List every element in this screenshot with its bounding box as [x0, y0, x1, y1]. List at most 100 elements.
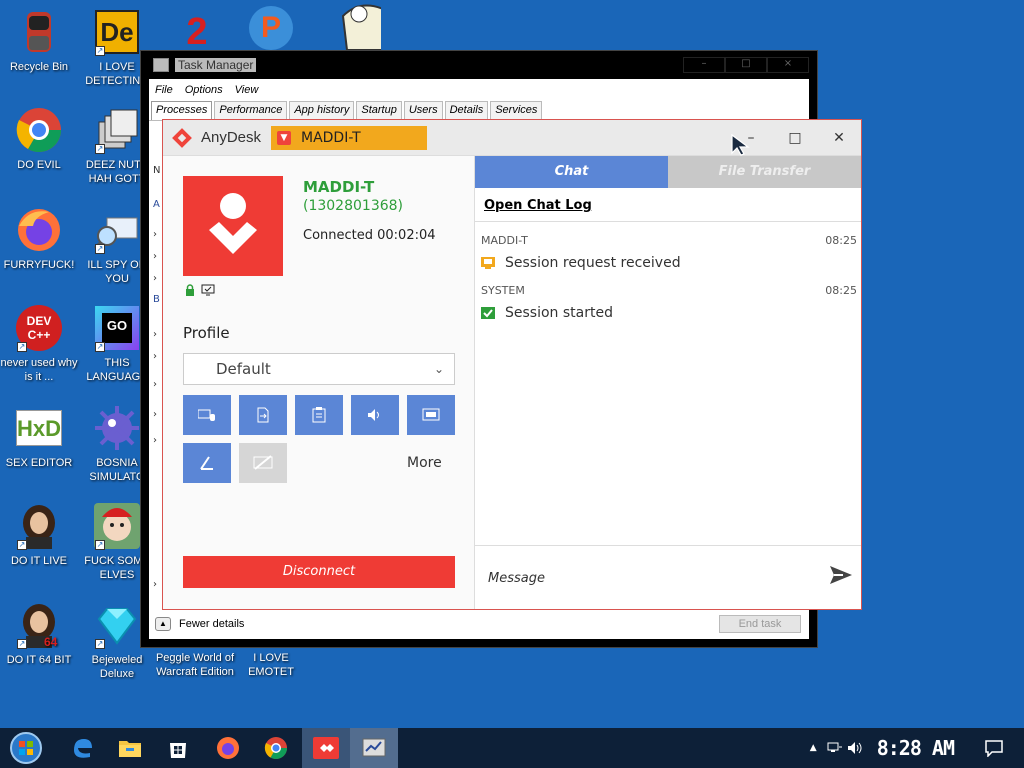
start-button[interactable] — [2, 728, 50, 768]
task-manager-tabs: Processes Performance App history Startu… — [149, 101, 809, 121]
expand-chevron[interactable]: › — [153, 435, 157, 446]
desktop-icon-emotet[interactable]: I LOVE EMOTET — [232, 651, 310, 679]
whiteboard-button[interactable] — [183, 443, 231, 483]
task-manager-footer: ▲ Fewer details End task — [149, 609, 809, 639]
desktop-icon-peggle[interactable]: Peggle World of Warcraft Edition — [154, 651, 236, 679]
display-button[interactable] — [407, 395, 455, 435]
expand-chevron[interactable]: › — [153, 351, 157, 362]
more-button[interactable]: More — [407, 455, 442, 471]
monitor-check-icon — [201, 284, 215, 296]
session-tab[interactable]: ▼ MADDI-T — [271, 126, 427, 150]
desktop-icon-label: Bejeweled Deluxe — [91, 654, 143, 680]
taskbar-edge[interactable] — [58, 728, 106, 768]
tab-app-history[interactable]: App history — [289, 101, 355, 120]
network-icon[interactable] — [827, 741, 843, 755]
taskbar-task-manager[interactable] — [350, 728, 398, 768]
desktop-icon-label: Recycle Bin — [9, 61, 69, 73]
message-text: Session request received — [505, 255, 681, 271]
message-time: 08:25 — [825, 234, 857, 247]
expand-chevron[interactable]: › — [153, 251, 157, 262]
menu-file[interactable]: File — [155, 84, 173, 96]
desktop-icon-chrome[interactable]: DO EVIL — [0, 106, 78, 172]
anydesk-titlebar[interactable]: AnyDesk ▼ MADDI-T – □ ✕ — [163, 120, 861, 156]
audio-button[interactable] — [351, 395, 399, 435]
volume-icon[interactable] — [847, 741, 863, 755]
notification-icon[interactable] — [984, 739, 1004, 757]
show-hidden-icons-button[interactable]: ▲ — [810, 743, 817, 753]
session-request-icon — [481, 257, 495, 269]
desktop-icon-bag[interactable] — [318, 0, 396, 52]
desktop-icon-devcpp[interactable]: DEV C++ ↗ never used why is it ... — [0, 304, 78, 384]
close-button[interactable]: ✕ — [817, 120, 861, 156]
anydesk-window[interactable]: AnyDesk ▼ MADDI-T – □ ✕ MADDI-T (1302801… — [162, 119, 862, 610]
desktop-icon-hxd[interactable]: HxD SEX EDITOR — [0, 404, 78, 470]
taskbar-chrome[interactable] — [252, 728, 300, 768]
desktop-icon-recycle-bin[interactable]: Recycle Bin — [0, 8, 78, 74]
menu-view[interactable]: View — [235, 84, 259, 96]
taskbar-anydesk[interactable] — [302, 728, 350, 768]
mine-icon — [93, 404, 141, 452]
connection-timer: Connected 00:02:04 — [303, 228, 436, 243]
tab-details[interactable]: Details — [444, 101, 489, 120]
profile-select-value: Default — [216, 360, 271, 378]
chevron-down-icon: ⌄ — [433, 362, 444, 376]
profile-select[interactable]: Default ⌄ — [183, 353, 455, 385]
tab-performance[interactable]: Performance — [214, 101, 288, 120]
disconnect-button[interactable]: Disconnect — [183, 556, 455, 588]
file-arrow-icon — [257, 407, 269, 423]
desktop-icon-p[interactable]: P — [232, 4, 310, 56]
anydesk-logo-icon — [172, 127, 192, 148]
task-manager-window-controls: – □ × — [683, 57, 809, 73]
message-sender: MADDI-T — [481, 234, 528, 247]
switch-sides-button[interactable] — [239, 395, 287, 435]
anydesk-logo: AnyDesk — [163, 127, 261, 148]
expand-chevron[interactable]: › — [153, 579, 157, 590]
portrait-64-icon: 64 ↗ — [15, 601, 63, 649]
desktop-icon-firefox[interactable]: FURRYFUCK! — [0, 206, 78, 272]
pen-icon — [200, 456, 213, 470]
keyboard-icon — [198, 409, 215, 421]
p-app-icon: P — [247, 4, 295, 52]
svg-text:64: 64 — [44, 635, 58, 648]
tab-chat[interactable]: Chat — [475, 156, 668, 188]
taskbar-store[interactable] — [154, 728, 202, 768]
screen-off-icon — [253, 455, 273, 470]
tab-users[interactable]: Users — [403, 101, 443, 120]
remote-host-id: (1302801368) — [303, 198, 403, 214]
collapse-arrow-icon[interactable]: ▲ — [155, 617, 171, 631]
tab-startup[interactable]: Startup — [356, 101, 402, 120]
end-task-button[interactable]: End task — [719, 615, 801, 633]
clipboard-button[interactable] — [295, 395, 343, 435]
chat-message: SYSTEM 08:25 Session started — [481, 284, 857, 321]
speaker-icon — [368, 409, 379, 421]
clock[interactable]: 8:28 AM — [877, 736, 955, 760]
open-chat-log-link[interactable]: Open Chat Log — [484, 198, 592, 213]
expand-chevron[interactable]: › — [153, 409, 157, 420]
tab-file-transfer[interactable]: File Transfer — [668, 156, 861, 188]
desktop-icon-64bit[interactable]: 64 ↗ DO IT 64 BIT — [0, 601, 78, 667]
expand-chevron[interactable]: › — [153, 273, 157, 284]
firefox-icon — [15, 206, 63, 254]
taskbar-firefox[interactable] — [204, 728, 252, 768]
die-app-icon: De ↗ — [93, 8, 141, 56]
tab-services[interactable]: Services — [490, 101, 543, 120]
minimize-button[interactable]: – — [683, 57, 725, 73]
privacy-mode-button[interactable] — [239, 443, 287, 483]
fewer-details-link[interactable]: Fewer details — [179, 618, 244, 630]
anydesk-icon — [313, 737, 339, 759]
desktop-icon-label: never used why is it ... — [0, 357, 78, 383]
maximize-button[interactable]: □ — [725, 57, 767, 73]
taskbar-explorer[interactable] — [106, 728, 154, 768]
close-button[interactable]: × — [767, 57, 809, 73]
tab-processes[interactable]: Processes — [151, 101, 213, 120]
keyboard-mouse-button[interactable] — [183, 395, 231, 435]
magnifier-icon: ↗ — [93, 206, 141, 254]
desktop-icon-live[interactable]: ↗ DO IT LIVE — [0, 502, 78, 568]
expand-chevron[interactable]: › — [153, 229, 157, 240]
maximize-button[interactable]: □ — [773, 120, 817, 156]
message-input[interactable]: Message — [488, 571, 545, 586]
expand-chevron[interactable]: › — [153, 329, 157, 340]
menu-options[interactable]: Options — [185, 84, 223, 96]
send-button[interactable] — [829, 564, 853, 590]
expand-chevron[interactable]: › — [153, 379, 157, 390]
